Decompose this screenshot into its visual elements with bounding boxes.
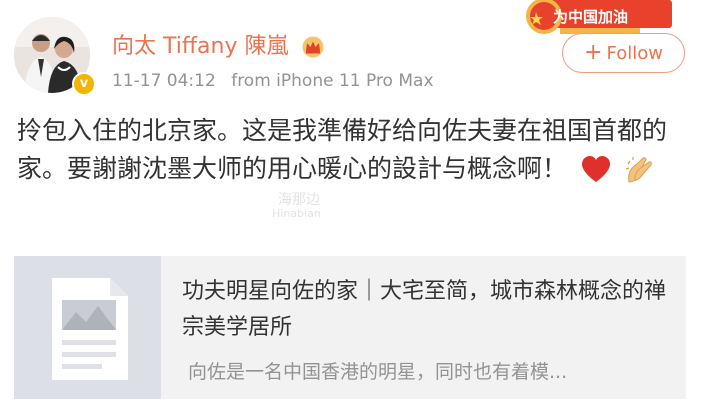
clap-hands-icon (625, 157, 652, 183)
heart-icon (581, 156, 610, 182)
card-thumbnail (14, 256, 161, 399)
watermark-cn: 海那边 (278, 192, 320, 208)
watermark-en: Hinabian (272, 207, 321, 220)
verified-icon: v (72, 72, 96, 96)
card-title: 功夫明星向佐的家｜大宅至简，城市森林概念的禅宗美学居所 (182, 279, 667, 340)
card-description: 向佐是一名中国香港的明星，同时也有着模... (188, 361, 568, 383)
cheer-badge-label: 为中国加油 (553, 8, 629, 26)
watermark: 海那边 Hinabian (272, 192, 321, 221)
plus-icon: + (584, 40, 603, 65)
post-body: 拎包入住的北京家。这是我準備好给向佐夫妻在祖国首都的家。要謝謝沈墨大师的用心暖心… (17, 116, 668, 183)
post-meta: 11-17 04:12 from iPhone 11 Pro Max (112, 71, 434, 91)
follow-button-label: Follow (606, 42, 663, 64)
post-text: 拎包入住的北京家。这是我準備好给向佐夫妻在祖国首都的家。要謝謝沈墨大师的用心暖心… (17, 112, 685, 188)
follow-button[interactable]: + Follow (562, 33, 685, 73)
username-text: 向太 Tiffany 陳嵐 (112, 34, 289, 59)
crown-icon (302, 36, 324, 58)
post-source: from iPhone 11 Pro Max (231, 71, 434, 91)
link-card[interactable]: 功夫明星向佐的家｜大宅至简，城市森林概念的禅宗美学居所 向佐是一名中国香港的明星… (14, 256, 686, 399)
document-thumbnail-icon (52, 278, 128, 380)
username[interactable]: 向太 Tiffany 陳嵐 (112, 28, 325, 60)
post-time: 11-17 04:12 (112, 71, 216, 91)
